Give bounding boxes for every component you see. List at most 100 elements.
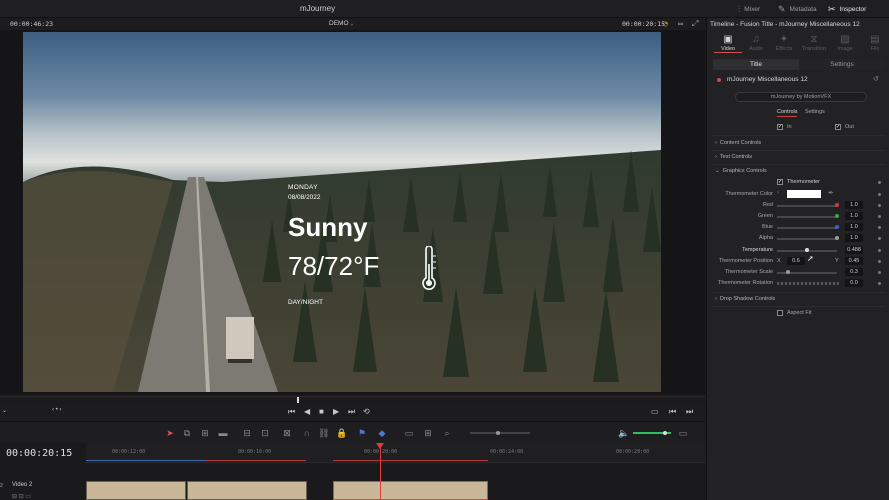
temperature-value[interactable]: 0.488 (845, 246, 863, 254)
scale-knob[interactable] (786, 270, 790, 274)
go-to-end-icon[interactable]: ⏭ (348, 407, 355, 417)
subtab-controls[interactable]: Controls (777, 109, 798, 117)
loop-icon[interactable]: ⟲ (363, 407, 370, 416)
meter-icon[interactable]: ▭ (676, 428, 690, 438)
zoom-full-icon[interactable]: ▭ (404, 428, 414, 438)
drop-shadow-controls-toggle[interactable]: › Drop Shadow Controls (715, 296, 775, 302)
text-controls-toggle[interactable]: › Text Controls (715, 154, 752, 160)
green-knob[interactable] (835, 214, 839, 218)
red-knob[interactable] (835, 203, 839, 207)
tab-audio[interactable]: ♫ Audio (742, 34, 770, 52)
subtab-settings[interactable]: Settings (805, 109, 825, 115)
timeline-clip-selected[interactable] (333, 481, 488, 500)
timeline-clip[interactable] (187, 481, 307, 500)
viewer-layout-icon[interactable]: ▭ (678, 19, 683, 28)
credit-button[interactable]: mJourney by MotionVFX (735, 92, 867, 102)
blue-slider[interactable] (777, 227, 837, 229)
dynamic-trim-icon[interactable]: ⊞ (200, 428, 210, 438)
clip-name-dropdown[interactable]: DEMO (329, 20, 349, 27)
lock-icon[interactable]: 🔒 (336, 428, 347, 438)
keyframe-dot[interactable] (878, 204, 881, 207)
metadata-button[interactable]: ✎ Metadata (778, 3, 817, 15)
red-slider[interactable] (777, 205, 837, 207)
zoom-slider[interactable] (470, 431, 530, 435)
tab-file[interactable]: ▤ File (861, 34, 889, 52)
snapping-icon[interactable]: ∩ (302, 428, 312, 438)
blade-tool-icon[interactable]: ▬ (218, 428, 228, 438)
keyframe-dot[interactable] (878, 226, 881, 229)
aspect-fit-checkbox[interactable] (777, 310, 783, 316)
scrubber-handle[interactable] (297, 397, 299, 403)
tab-effects[interactable]: ✦ Effects (770, 34, 798, 52)
color-swatch[interactable] (787, 190, 821, 198)
sync-icon[interactable]: ◔ (663, 19, 668, 28)
alpha-knob[interactable] (835, 236, 839, 240)
selection-tool-icon[interactable]: ➤ (165, 428, 175, 438)
go-to-start-icon[interactable]: ⏮ (288, 407, 295, 417)
next-frame-icon[interactable]: ⏭ (686, 407, 693, 417)
trim-tool-icon[interactable]: ⧉ (182, 428, 192, 438)
rotation-dial[interactable] (777, 282, 839, 285)
out-checkbox[interactable]: ✓ (835, 124, 841, 130)
keyframe-dot[interactable] (878, 193, 881, 196)
tab-image[interactable]: ▨ Image (831, 34, 859, 52)
playhead[interactable] (380, 443, 381, 500)
fullscreen-icon[interactable]: ⤢ (692, 19, 698, 29)
alpha-slider[interactable] (777, 238, 837, 240)
scale-value[interactable]: 0.3 (845, 268, 863, 276)
insert-clip-icon[interactable]: ⊟ (242, 428, 252, 438)
tab-video[interactable]: ▣ Video (714, 34, 742, 52)
graphics-controls-toggle[interactable]: ⌄ Graphics Controls (715, 168, 767, 174)
marker-icon[interactable]: ◆ (377, 428, 387, 438)
volume-slider[interactable] (633, 431, 671, 435)
content-controls-toggle[interactable]: › Content Controls (715, 140, 761, 146)
chevron-down-icon[interactable]: ⌄ (2, 407, 7, 414)
playhead-handle[interactable] (376, 443, 384, 449)
link-icon[interactable]: ⛓ (318, 428, 329, 438)
keyframe-dot[interactable] (878, 249, 881, 252)
prev-next-clip-icon[interactable]: ‹ • › (52, 407, 61, 413)
timeline-clip[interactable] (86, 481, 186, 500)
rotation-value[interactable]: 0.0 (845, 279, 863, 287)
segment-title[interactable]: Title (713, 59, 799, 70)
expand-icon[interactable]: › (777, 190, 779, 196)
in-checkbox[interactable]: ✓ (777, 124, 783, 130)
keyframe-dot[interactable] (878, 260, 881, 263)
keyframe-dot[interactable] (878, 215, 881, 218)
zoom-custom-icon[interactable]: ⌕ (442, 428, 452, 438)
mixer-button[interactable]: ⫶ Mixer (738, 3, 760, 15)
eyedropper-icon[interactable]: ✒ (828, 189, 834, 197)
blue-knob[interactable] (835, 225, 839, 229)
flag-icon[interactable]: ⚑ (357, 428, 367, 438)
green-slider[interactable] (777, 216, 837, 218)
replace-clip-icon[interactable]: ⊠ (282, 428, 292, 438)
position-y-value[interactable]: 0.45 (845, 257, 863, 265)
thermometer-checkbox[interactable]: ✓ (777, 179, 783, 185)
volume-knob[interactable] (663, 431, 667, 435)
tab-transition[interactable]: ⧖ Transition (800, 34, 828, 52)
play-icon[interactable]: ▶ (333, 407, 339, 416)
reset-icon[interactable]: ↺ (873, 75, 879, 83)
track-controls-icon[interactable]: ⊟ ⊡ ▭ (12, 493, 31, 500)
blue-value[interactable]: 1.0 (845, 223, 863, 231)
stop-icon[interactable]: ■ (319, 407, 324, 416)
keyframe-dot[interactable] (878, 237, 881, 240)
reverse-icon[interactable]: ◀ (304, 407, 310, 416)
match-frame-icon[interactable]: ▭ (651, 407, 659, 416)
segment-settings[interactable]: Settings (799, 59, 885, 70)
scrubber-bar[interactable] (0, 396, 705, 404)
keyframe-dot[interactable] (878, 271, 881, 274)
keyframe-dot[interactable] (878, 181, 881, 184)
red-value[interactable]: 1.0 (845, 201, 863, 209)
inspector-button[interactable]: ✂ Inspector (828, 3, 866, 15)
zoom-detail-icon[interactable]: ⊞ (423, 428, 433, 438)
keyframe-dot[interactable] (878, 282, 881, 285)
alpha-value[interactable]: 1.0 (845, 234, 863, 242)
position-x-value[interactable]: 0.6 (787, 257, 805, 265)
prev-frame-icon[interactable]: ⏮ (669, 407, 676, 417)
temperature-knob[interactable] (805, 248, 809, 252)
volume-icon[interactable]: 🔈 (618, 428, 629, 438)
zoom-knob[interactable] (496, 431, 500, 435)
green-value[interactable]: 1.0 (845, 212, 863, 220)
video-frame[interactable]: MONDAY 08/08/2022 Sunny 78/72°F DAY/NIGH… (23, 32, 661, 392)
